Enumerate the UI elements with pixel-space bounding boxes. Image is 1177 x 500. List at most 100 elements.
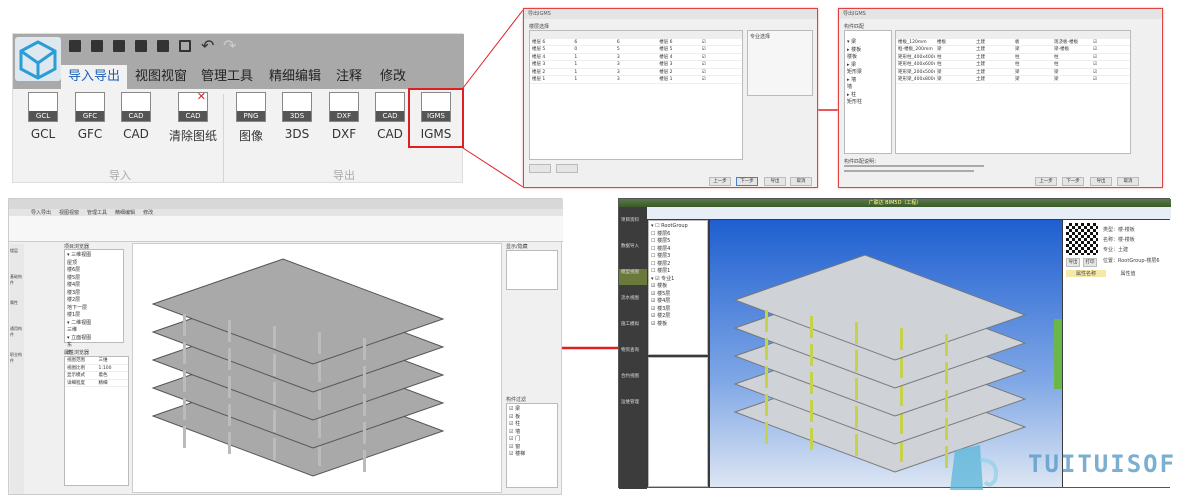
- table-cell: 楼层 6: [532, 39, 546, 45]
- tree-item: ☐ 楼层4: [651, 245, 671, 252]
- column: [183, 370, 186, 392]
- next-button[interactable]: 下一步: [1062, 177, 1084, 186]
- table-row: 楼层 2 1 3 楼层 2 ☑: [530, 69, 742, 76]
- ribbon-tab: 管理工具: [87, 210, 108, 216]
- nav-item: 物资查询: [621, 348, 639, 353]
- table-cell: 柱: [1054, 54, 1059, 60]
- table-cell: 现浇板-楼板: [1054, 39, 1079, 45]
- table-row: 楼层 1 1 3 楼层 1 ☑: [530, 76, 742, 84]
- table-cell: 梁: [937, 77, 942, 82]
- column: [363, 450, 366, 472]
- next-button[interactable]: 下一步: [736, 177, 758, 186]
- tree-item: 楼4层: [67, 282, 81, 288]
- discipline-panel: 专业选择: [747, 30, 813, 96]
- column: [810, 344, 813, 366]
- display-panel[interactable]: [506, 250, 558, 290]
- table-cell: 楼板: [937, 39, 946, 45]
- column: [900, 384, 903, 406]
- prop-name: 视图比例: [67, 365, 85, 371]
- dialog-title: 导出IGMS: [839, 9, 1162, 19]
- export-qr-button[interactable]: 导出: [1066, 258, 1080, 267]
- table-row: 矩形梁_200x500mm梁土建梁梁☑: [896, 69, 1130, 76]
- column: [855, 350, 858, 372]
- table-cell: 梁: [1015, 77, 1020, 82]
- column: [228, 432, 231, 454]
- tree-item: ▸ 柱: [847, 91, 857, 98]
- table-cell: 楼层 3: [532, 62, 546, 67]
- prev-button[interactable]: 上一步: [1035, 177, 1057, 186]
- export-igms-dialog-components: 导出IGMS 构件匹配 ▾ 梁 ▸ 楼板 楼板 ▸ 梁矩形梁 ▸ 墙墙 ▸ 柱矩形柱 楼板…: [838, 8, 1163, 188]
- print-qr-button[interactable]: 打印: [1083, 258, 1097, 267]
- property-browser[interactable]: 视图范围 三维 视图比例 1:100 显示模式 着色 详细程度 精细: [64, 356, 129, 486]
- tree-item: ☑ 楼板: [651, 320, 668, 327]
- tree-item: 楼2层: [67, 297, 81, 303]
- floor-table[interactable]: 楼层 6 6 6 楼层 6 ☑ 楼层 5 0 5 楼层 5 ☑ 楼层 4 1 3 楼层 4 ☑ 楼层 313楼…: [529, 30, 743, 160]
- column: [855, 322, 858, 344]
- table-cell: 柱: [1054, 62, 1059, 67]
- filter-item: ☑ 门: [509, 436, 521, 442]
- table-row: 矩形柱_400x400mm柱土建柱柱☑: [896, 54, 1130, 61]
- column: [363, 422, 366, 444]
- prop-name: 视图范围: [67, 358, 85, 363]
- column: [945, 390, 948, 412]
- panel-title: 属性浏览器: [64, 350, 90, 356]
- table-cell: ☑: [701, 39, 706, 45]
- 3d-viewport[interactable]: [132, 243, 502, 493]
- table-cell: 3: [616, 62, 620, 67]
- title-bar: [9, 199, 563, 209]
- column: [765, 366, 768, 388]
- filter-item: ☑ 窗: [509, 443, 521, 450]
- side-tab: 基础构件: [10, 274, 22, 285]
- tree-item: ☐ 楼层1: [651, 268, 671, 274]
- table-cell: 柱: [1015, 62, 1020, 67]
- viewport-tools[interactable]: [1054, 319, 1062, 389]
- column: [183, 398, 186, 420]
- table-cell: 土建: [976, 54, 985, 60]
- model-tree-lower[interactable]: [648, 357, 708, 487]
- tree-item: 墙: [847, 84, 853, 90]
- prev-button[interactable]: 上一步: [709, 177, 731, 186]
- project-browser[interactable]: ▾ 三维视图 屋顶 楼6层 楼5层 楼4层 楼3层 楼2层 地下一层 楼1层 ▾ 二维视图 三维 ▾ …: [64, 249, 124, 371]
- table-cell: ☑: [701, 54, 706, 60]
- table-cell: 3: [616, 69, 620, 75]
- select-all-button[interactable]: [529, 164, 551, 173]
- table-cell: 楼层 2: [532, 69, 546, 75]
- table-cell: ☑: [701, 62, 706, 67]
- ribbon-tab: 导入导出: [31, 210, 52, 216]
- callout-line-bottom: [462, 147, 524, 188]
- table-cell: 土建: [976, 69, 985, 75]
- cancel-button[interactable]: 取消: [1117, 177, 1139, 186]
- table-cell: 楼层 4: [532, 54, 546, 60]
- table-cell: 矩形梁_400x800mm: [898, 77, 935, 82]
- tree-item: ☐ 楼层2: [651, 260, 671, 267]
- panel-title: 项目浏览器: [64, 244, 90, 250]
- component-tree[interactable]: ▾ 梁 ▸ 楼板 楼板 ▸ 梁矩形梁 ▸ 墙墙 ▸ 柱矩形柱: [844, 30, 892, 154]
- dialog-title: 导出IGMS: [524, 9, 817, 19]
- column: [900, 328, 903, 350]
- prop-row: 视图范围 三维: [65, 357, 128, 365]
- table-cell: 梁: [1054, 69, 1059, 75]
- table-cell: ☑: [1093, 77, 1098, 82]
- table-cell: ☑: [1093, 54, 1098, 60]
- component-match-table[interactable]: 楼板_120mm 楼板 土建板现浇板-楼板 ☑ 框-楼板_200mm 梁土建梁梁-楼板 ☑ 矩…: [895, 30, 1131, 154]
- nav-item: 模型视图: [619, 269, 647, 285]
- component-filter[interactable]: ☑ 梁 ☑ 板 ☑ 柱 ☑ 墙 ☑ 门 ☑ 窗 ☑ 楼梯: [506, 403, 558, 488]
- column: [945, 334, 948, 356]
- ribbon-toolbar: [9, 216, 563, 242]
- column: [228, 348, 231, 370]
- table-cell: 楼层 4: [659, 54, 673, 60]
- 3d-viewport[interactable]: [710, 220, 1062, 487]
- tree-item: ▸ 墙: [847, 76, 857, 83]
- column: [855, 378, 858, 400]
- cancel-button[interactable]: 取消: [790, 177, 812, 186]
- view-tree[interactable]: ▾ ☐ RootGroup ☐ 楼层6 ☐ 楼层5 ☐ 楼层4 ☐ 楼层3 ☐ 楼层2 ☐ …: [648, 220, 708, 355]
- ribbon-tab: 精细编辑: [115, 210, 136, 216]
- table-cell: 土建: [976, 47, 985, 52]
- deselect-all-button[interactable]: [556, 164, 578, 173]
- nav-item: 流水视图: [621, 296, 639, 301]
- prop-type: 类型：楼-楼板: [1103, 227, 1135, 233]
- tree-item: ▸ 梁: [847, 61, 857, 68]
- side-tabs: 楼层 基础构件 属性 通用构件 职业构件: [10, 244, 24, 494]
- export-button[interactable]: 导出: [764, 177, 786, 186]
- export-button[interactable]: 导出: [1090, 177, 1112, 186]
